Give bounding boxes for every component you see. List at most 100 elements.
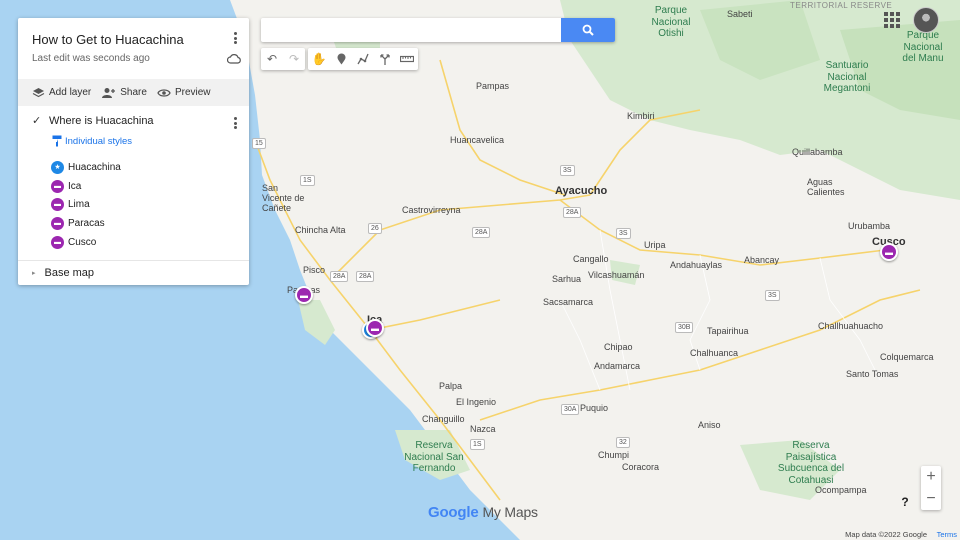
map-label-el-ingenio: El Ingenio <box>456 397 497 407</box>
route-shield: 28A <box>356 271 375 282</box>
my-maps-logo-text: My Maps <box>482 504 538 520</box>
feature-item-lima[interactable]: ▬ Lima <box>51 195 121 214</box>
marker-paracas[interactable]: ▬ <box>295 286 313 304</box>
add-layer-button[interactable]: Add layer <box>32 87 91 98</box>
route-shield: 3S <box>616 228 631 239</box>
map-label-changuillo: Changuillo <box>422 414 465 424</box>
map-label-abancay: Abancay <box>744 255 780 265</box>
undo-icon[interactable]: ↶ <box>261 48 283 70</box>
route-shield: 1S <box>300 175 315 186</box>
marker-cusco[interactable]: ▬ <box>880 243 898 261</box>
bed-icon: ▬ <box>51 216 64 230</box>
search-input[interactable] <box>261 18 561 42</box>
route-shield: 30B <box>675 322 694 333</box>
feature-item-huacachina[interactable]: ★ Huacachina <box>51 158 121 177</box>
route-shield: 3S <box>765 290 780 301</box>
individual-styles-link[interactable]: Individual styles <box>52 135 132 147</box>
route-shield: 32 <box>616 437 630 448</box>
map-label-castrovirreyna: Castrovirreyna <box>402 205 461 215</box>
map-legend-panel: How to Get to Huacachina Last edit was s… <box>18 18 249 285</box>
bed-icon: ▬ <box>51 235 64 249</box>
map-label-sacsamarca: Sacsamarca <box>543 297 594 307</box>
chevron-right-icon: ▸ <box>32 270 36 277</box>
zoom-in-button[interactable]: + <box>921 466 941 488</box>
map-label-territorial: TERRITORIAL RESERVE <box>790 1 893 10</box>
map-options-menu-icon[interactable] <box>228 30 242 46</box>
layer-options-menu-icon[interactable] <box>228 115 242 131</box>
feature-label: Huacachina <box>68 161 121 173</box>
map-label-pisco: Pisco <box>303 265 326 275</box>
redo-icon[interactable]: ↷ <box>283 48 305 70</box>
avatar[interactable] <box>913 7 939 33</box>
map-label-megantoni: Santuario Nacional Megantoni <box>823 60 871 94</box>
feature-label: Paracas <box>68 217 105 229</box>
route-shield: 28A <box>330 271 349 282</box>
add-layer-label: Add layer <box>49 87 92 98</box>
help-icon[interactable]: ? <box>898 495 912 509</box>
map-label-san-fernando: Reserva Nacional San Fernando <box>404 440 464 474</box>
map-label-tapairihua: Tapairihua <box>707 326 749 336</box>
map-label-chumpi: Chumpi <box>598 450 630 460</box>
cloud-saved-icon <box>227 54 241 64</box>
layer-name[interactable]: Where is Huacachina <box>49 115 154 127</box>
search-button[interactable] <box>561 18 615 42</box>
base-map-toggle[interactable]: ▸ Base map <box>18 260 249 285</box>
preview-button[interactable]: Preview <box>157 87 211 98</box>
layer-visibility-checkbox[interactable]: ✓ <box>32 115 43 127</box>
tools-group: ✋ <box>308 48 418 70</box>
google-logo-text: Google <box>428 504 479 521</box>
google-my-maps-logo: Google My Maps <box>428 504 538 521</box>
last-edit-status: Last edit was seconds ago <box>32 53 150 64</box>
map-label-andahuaylas: Andahuaylas <box>670 260 723 270</box>
route-shield: 28A <box>472 227 491 238</box>
feature-label: Lima <box>68 199 90 211</box>
route-shield: 3S <box>560 165 575 176</box>
map-label-otishi: Parque Nacional Otishi <box>651 5 691 39</box>
paint-roller-icon <box>52 135 62 147</box>
eye-icon <box>157 88 171 97</box>
add-marker-icon[interactable] <box>330 48 352 70</box>
bed-icon: ▬ <box>51 198 64 212</box>
feature-item-ica[interactable]: ▬ Ica <box>51 177 121 196</box>
terms-link[interactable]: Terms <box>937 530 957 539</box>
map-attribution: Map data ©2022 Google <box>845 530 927 539</box>
map-label-puquio: Puquio <box>580 403 609 413</box>
map-label-uripa: Uripa <box>644 240 666 250</box>
map-label-chipao: Chipao <box>604 342 633 352</box>
hand-icon[interactable]: ✋ <box>308 48 330 70</box>
marker-ica[interactable]: ▬ <box>366 319 384 337</box>
ruler-icon[interactable] <box>396 48 418 70</box>
feature-item-cusco[interactable]: ▬ Cusco <box>51 233 121 252</box>
map-label-cangallo: Cangallo <box>573 254 609 264</box>
search-icon <box>582 24 594 36</box>
preview-label: Preview <box>174 87 211 98</box>
map-label-aniso: Aniso <box>698 420 721 430</box>
map-label-vilcashuaman: Vilcashuamán <box>588 270 645 280</box>
layer-header: ✓ Where is Huacachina <box>32 115 154 127</box>
feature-label: Ica <box>68 180 82 192</box>
route-shield: 26 <box>368 223 382 234</box>
map-title[interactable]: How to Get to Huacachina <box>32 32 184 47</box>
base-map-label: Base map <box>44 267 95 279</box>
footer-bar: Map data ©2022 Google Terms <box>0 529 960 540</box>
apps-grid-icon[interactable] <box>884 12 900 28</box>
map-label-kimbiri: Kimbiri <box>627 111 655 121</box>
route-shield: 1S <box>470 439 485 450</box>
layers-icon <box>32 88 45 98</box>
map-label-san-vicente: San Vicente de Cañete <box>262 183 305 213</box>
route-shield: 15 <box>252 138 266 149</box>
map-label-ocompampa: Ocompampa <box>815 485 867 495</box>
map-label-cotahuasi: Reserva Paisajística Subcuenca del Cotah… <box>777 440 845 486</box>
zoom-controls: + − <box>921 466 941 510</box>
draw-line-icon[interactable] <box>352 48 374 70</box>
route-shield: 28A <box>563 207 582 218</box>
map-label-coracora: Coracora <box>622 462 660 472</box>
map-label-pampas: Pampas <box>476 81 510 91</box>
feature-item-paracas[interactable]: ▬ Paracas <box>51 214 121 233</box>
share-button[interactable]: Share <box>101 87 147 98</box>
panel-actions-bar: Add layer Share Preview <box>18 79 249 106</box>
directions-icon[interactable] <box>374 48 396 70</box>
zoom-out-button[interactable]: − <box>921 488 941 510</box>
history-group: ↶ ↷ <box>261 48 305 70</box>
map-label-sabeti: Sabeti <box>727 9 753 19</box>
